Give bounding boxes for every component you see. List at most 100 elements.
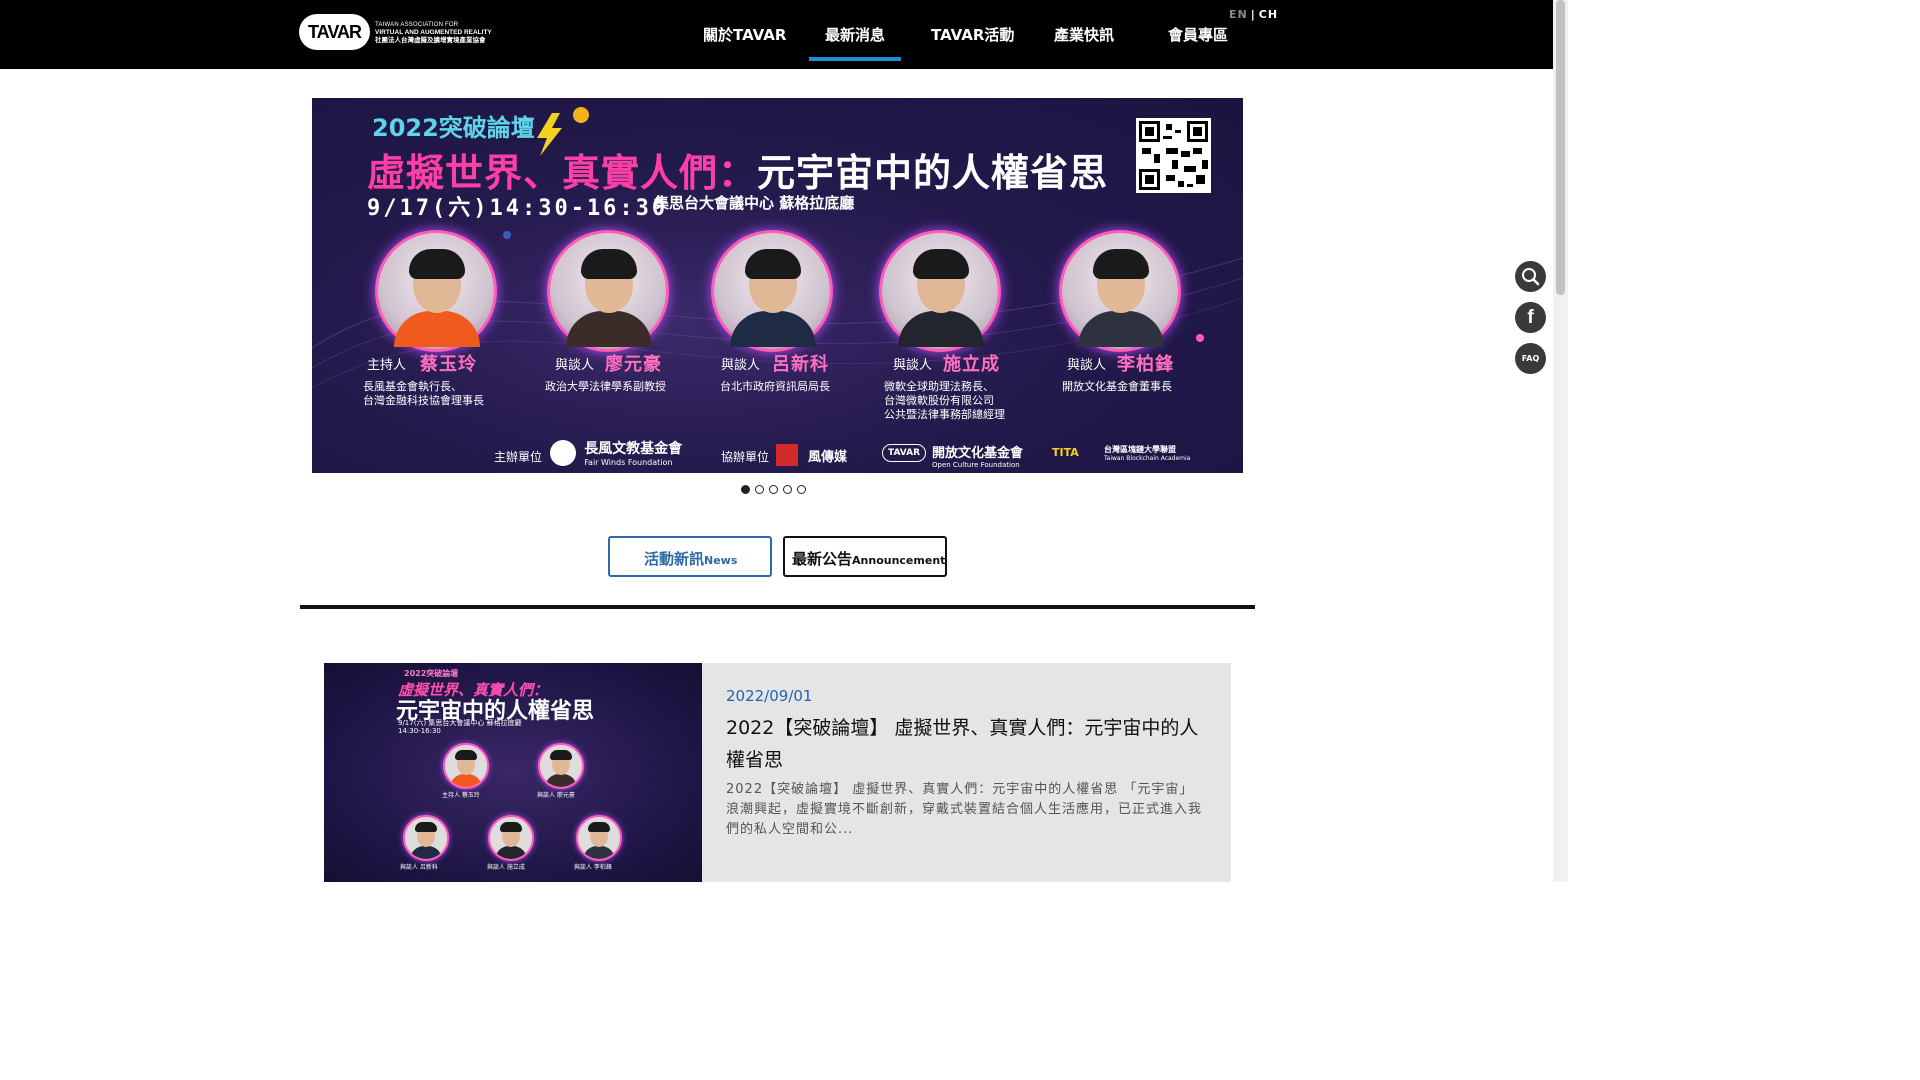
speaker-5-ring	[1059, 230, 1181, 352]
speaker-3-desc-line: 台北市政府資訊局局長	[720, 380, 830, 393]
co-org-blockchain-name-en: Taiwan Blockchain Academia	[1104, 455, 1191, 462]
co-organizer-label: 協辦單位	[721, 450, 770, 464]
article-excerpt: 2022【突破論壇】 虛擬世界、真實人們：元宇宙中的人權省思 「元宇宙」浪潮興起…	[726, 782, 1203, 837]
speaker-2-ring	[547, 230, 669, 352]
thumb-speaker-shirt	[410, 846, 442, 859]
speaker-2-desc: 政治大學法律學系副教授	[545, 380, 666, 394]
logo-text: TAIWAN ASSOCIATION FOR VIRTUAL AND AUGME…	[375, 21, 492, 45]
search-button[interactable]	[1515, 261, 1546, 292]
carousel-pagination	[741, 485, 806, 494]
speaker-4-ring	[879, 230, 1001, 352]
top-navigation-bar: TAVAR TAIWAN ASSOCIATION FOR VIRTUAL AND…	[0, 0, 1553, 69]
speaker-3-ring	[711, 230, 833, 352]
scrollbar-thumb[interactable]	[1556, 0, 1565, 295]
speaker-5-desc: 開放文化基金會董事長	[1062, 380, 1172, 394]
section-divider	[300, 605, 1255, 609]
thumb-speaker-hair	[588, 822, 610, 832]
hero-banner-slide[interactable]: 2022突破論壇 虛擬世界、真實人們：元宇宙中的人權省思 9/17(六)14:3…	[312, 98, 1243, 473]
facebook-icon: f	[1527, 307, 1534, 328]
speaker-3-name: 呂新科	[772, 354, 829, 375]
speaker-1-shirt	[394, 311, 480, 347]
speaker-1-desc-line: 台灣金融科技協會理事長	[363, 394, 484, 407]
speaker-5-name: 李柏鋒	[1117, 354, 1174, 375]
nav-member-area[interactable]: 會員專區	[1168, 24, 1228, 45]
speaker-4-shirt	[898, 311, 984, 347]
co-org-blockchain-name: 台灣區塊鏈大學聯盟	[1104, 445, 1176, 454]
thumb-meta-line: 9/17(六) 集思台大會議中心 蘇格拉底廳	[398, 719, 522, 727]
qr-code	[1136, 118, 1211, 193]
speaker-1-role: 主持人	[367, 358, 407, 373]
co-org-storm-media: 風傳媒	[808, 450, 848, 465]
carousel-dot-1[interactable]	[741, 485, 750, 494]
thumb-speaker-5	[576, 815, 622, 861]
lang-en-link[interactable]: EN	[1229, 8, 1248, 21]
speaker-5-role: 與談人	[1067, 358, 1107, 373]
host-org-name: 長風文教基金會	[584, 441, 683, 457]
thumb-speaker-shirt	[583, 846, 615, 859]
tab-announcement[interactable]: 最新公告Announcement	[783, 536, 947, 577]
speaker-1-desc: 長風基金會執行長、 台灣金融科技協會理事長	[363, 380, 484, 408]
speaker-4-desc-line: 台灣微軟股份有限公司	[884, 394, 994, 407]
thumb-speaker-5-caption: 與談人 李柏鋒	[574, 864, 612, 871]
thumb-meta-line: 14:30-16:30	[398, 727, 441, 735]
co-org-tavar: TAVAR	[882, 444, 927, 462]
tab-announcement-label-en: Announcement	[852, 554, 946, 567]
logo-mark: TAVAR	[299, 14, 370, 50]
banner-title-pink: 虛擬世界、真實人們：	[367, 151, 758, 195]
host-org-logo: 長風文教基金會 Fair Winds Foundation	[550, 438, 682, 467]
banner-date: 9/17(六)14:30-16:30	[367, 196, 669, 221]
thumb-speaker-4-caption: 與談人 施立成	[487, 864, 525, 871]
thumb-speaker-hair	[415, 822, 437, 832]
nav-industry-news[interactable]: 產業快訊	[1054, 24, 1114, 45]
thumb-meta: 9/17(六) 集思台大會議中心 蘇格拉底廳 14:30-16:30	[398, 719, 522, 735]
co-org-logo-1	[776, 444, 798, 469]
red-square-logo-icon	[776, 444, 798, 466]
speaker-1-hair	[409, 249, 465, 279]
banner-title: 虛擬世界、真實人們：元宇宙中的人權省思	[367, 142, 1108, 197]
speaker-1-desc-line: 長風基金會執行長、	[363, 380, 462, 393]
co-org-blockchain: 台灣區塊鏈大學聯盟 Taiwan Blockchain Academia	[1104, 444, 1190, 462]
article-thumbnail[interactable]: 2022突破論壇 虛擬世界、真實人們： 元宇宙中的人權省思 9/17(六) 集思…	[324, 663, 702, 882]
speaker-3-desc: 台北市政府資訊局局長	[720, 380, 830, 394]
speaker-2-shirt	[566, 311, 652, 347]
tab-news-label-en: News	[704, 554, 738, 567]
nav-about[interactable]: 關於TAVAR	[703, 24, 786, 45]
speaker-3-shirt	[730, 311, 816, 347]
speaker-2-desc-line: 政治大學法律學系副教授	[545, 380, 666, 393]
thumb-speaker-2	[538, 743, 584, 789]
thumb-forum-year: 2022突破論壇	[404, 669, 459, 678]
page-scrollbar[interactable]	[1553, 0, 1568, 882]
speaker-4-hair	[913, 249, 969, 279]
tab-news-label: 活動新訊	[644, 550, 705, 568]
carousel-dot-2[interactable]	[755, 485, 764, 494]
carousel-dot-3[interactable]	[769, 485, 778, 494]
logo-line-1: TAIWAN ASSOCIATION FOR	[375, 22, 459, 28]
speaker-4-desc-line: 公共暨法律事務部總經理	[884, 408, 1005, 421]
speaker-5-hair	[1093, 249, 1149, 279]
nav-latest-news[interactable]: 最新消息	[825, 24, 885, 45]
carousel-dot-5[interactable]	[797, 485, 806, 494]
lang-separator: |	[1250, 8, 1256, 21]
logo-line-3: 社團法人台灣虛擬及擴增實境產業協會	[375, 37, 486, 44]
tavar-logo[interactable]: TAVAR TAIWAN ASSOCIATION FOR VIRTUAL AND…	[299, 14, 499, 52]
speaker-2-hair	[581, 249, 637, 279]
tab-news[interactable]: 活動新訊News	[608, 536, 772, 577]
thumb-speaker-3-caption: 與談人 呂新科	[400, 864, 438, 871]
speaker-2-name: 廖元豪	[605, 354, 662, 375]
host-label: 主辦單位	[494, 450, 543, 464]
speaker-3-hair	[745, 249, 801, 279]
carousel-dot-4[interactable]	[783, 485, 792, 494]
lang-ch-link[interactable]: CH	[1259, 8, 1278, 21]
search-icon	[1522, 268, 1540, 286]
article-title[interactable]: 2022【突破論壇】 虛擬世界、真實人們：元宇宙中的人權省思	[726, 712, 1206, 776]
speaker-4-desc: 微軟全球助理法務長、 台灣微軟股份有限公司 公共暨法律事務部總經理	[884, 380, 1005, 422]
host-org-name-en: Fair Winds Foundation	[584, 458, 673, 467]
thumb-speaker-1-caption: 主持人 蔡玉玲	[442, 792, 480, 799]
nav-tavar-events[interactable]: TAVAR活動	[931, 24, 1014, 45]
facebook-button[interactable]: f	[1515, 302, 1546, 333]
faq-button[interactable]: FAQ	[1515, 343, 1546, 374]
speaker-3-role: 與談人	[721, 358, 761, 373]
language-switch: EN | CH	[1229, 8, 1278, 21]
co-org-tita: TITA	[1052, 446, 1079, 459]
speaker-4-desc-line: 微軟全球助理法務長、	[884, 380, 994, 393]
